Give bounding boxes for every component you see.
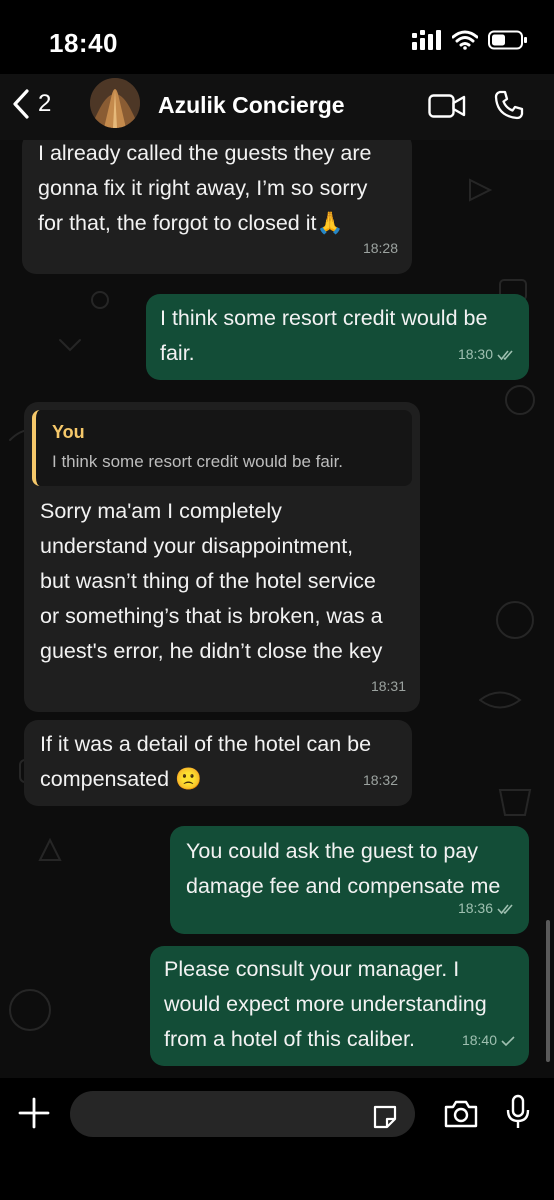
message-line: guest's error, he didn’t close the key <box>40 639 383 663</box>
message-line: from a hotel of this caliber. <box>164 1027 415 1051</box>
chevron-left-icon <box>13 89 29 119</box>
message-input[interactable] <box>70 1091 415 1137</box>
message-bubble-incoming[interactable]: I already called the guests they are gon… <box>22 140 412 274</box>
camera-icon <box>444 1100 478 1128</box>
message-line: but wasn’t thing of the hotel service <box>40 569 376 593</box>
double-check-icon <box>497 349 513 360</box>
message-time: 18:30 <box>457 346 493 362</box>
message-meta: 18:28 <box>363 231 398 266</box>
double-check-icon <box>497 903 513 914</box>
message-meta: 18:30 <box>458 337 515 372</box>
message-time: 18:28 <box>362 240 398 256</box>
phone-icon <box>494 90 524 120</box>
message-meta: 18:31 <box>371 669 406 704</box>
composer-bar <box>0 1078 554 1200</box>
message-bubble-outgoing[interactable]: You could ask the guest to pay damage fe… <box>170 826 529 934</box>
video-camera-icon <box>428 94 466 118</box>
avatar-image <box>90 78 140 128</box>
message-meta: 18:40 <box>462 1023 515 1058</box>
message-line: If it was a detail of the hotel can be <box>40 732 372 756</box>
message-bubble-incoming[interactable]: If it was a detail of the hotel can be c… <box>24 720 412 806</box>
video-call-button[interactable] <box>428 93 466 119</box>
sticker-icon <box>373 1105 397 1129</box>
message-time: 18:32 <box>362 772 398 788</box>
message-list[interactable]: I already called the guests they are gon… <box>0 140 554 1078</box>
message-line: gonna fix it right away, I’m so sorry <box>38 176 368 200</box>
back-button[interactable]: 2 <box>10 88 51 120</box>
battery-icon <box>488 30 527 50</box>
single-check-icon <box>501 1035 515 1046</box>
attach-button[interactable] <box>17 1096 51 1130</box>
sticker-button[interactable] <box>371 1103 399 1131</box>
message-line: understand your disappointment, <box>40 534 354 558</box>
message-time: 18:40 <box>461 1032 497 1048</box>
message-line: I already called the guests they are <box>38 141 372 165</box>
status-icons <box>412 30 528 50</box>
wifi-icon <box>452 30 478 50</box>
message-line: I think some resort credit would be <box>160 306 488 330</box>
message-line: compensated 🙁 <box>40 767 202 791</box>
message-line: Please consult your manager. I <box>164 957 460 981</box>
quoted-reply[interactable]: You I think some resort credit would be … <box>32 410 412 486</box>
camera-button[interactable] <box>443 1099 479 1129</box>
message-bubble-outgoing[interactable]: I think some resort credit would be fair… <box>146 294 529 380</box>
signal-icon <box>412 30 441 50</box>
plus-icon <box>18 1097 50 1129</box>
microphone-button[interactable] <box>506 1094 530 1130</box>
status-time: 18:40 <box>49 28 118 58</box>
avatar[interactable] <box>90 78 140 128</box>
message-bubble-outgoing[interactable]: Please consult your manager. I would exp… <box>150 946 529 1066</box>
message-meta: 18:36 <box>458 891 515 926</box>
chat-header: 2 Azulik Concierge <box>0 74 554 141</box>
contact-name[interactable]: Azulik Concierge <box>158 92 345 119</box>
message-bubble-incoming[interactable]: You I think some resort credit would be … <box>24 402 420 712</box>
message-line: would expect more understanding <box>164 992 487 1016</box>
quoted-text: I think some resort credit would be fair… <box>52 452 344 471</box>
message-line: Sorry ma'am I completely <box>40 499 282 523</box>
message-time: 18:36 <box>457 900 493 916</box>
quoted-author: You <box>52 422 85 442</box>
voice-call-button[interactable] <box>493 89 525 121</box>
microphone-icon <box>506 1094 530 1128</box>
scrollbar[interactable] <box>546 920 550 1062</box>
message-line: for that, the forgot to closed it🙏 <box>38 211 344 235</box>
message-time: 18:31 <box>370 678 406 694</box>
status-bar: 18:40 <box>0 0 554 80</box>
unread-count: 2 <box>38 90 52 117</box>
message-line: or something’s that is broken, was a <box>40 604 383 628</box>
message-meta: 18:32 <box>363 763 398 798</box>
message-line: You could ask the guest to pay <box>186 839 479 863</box>
